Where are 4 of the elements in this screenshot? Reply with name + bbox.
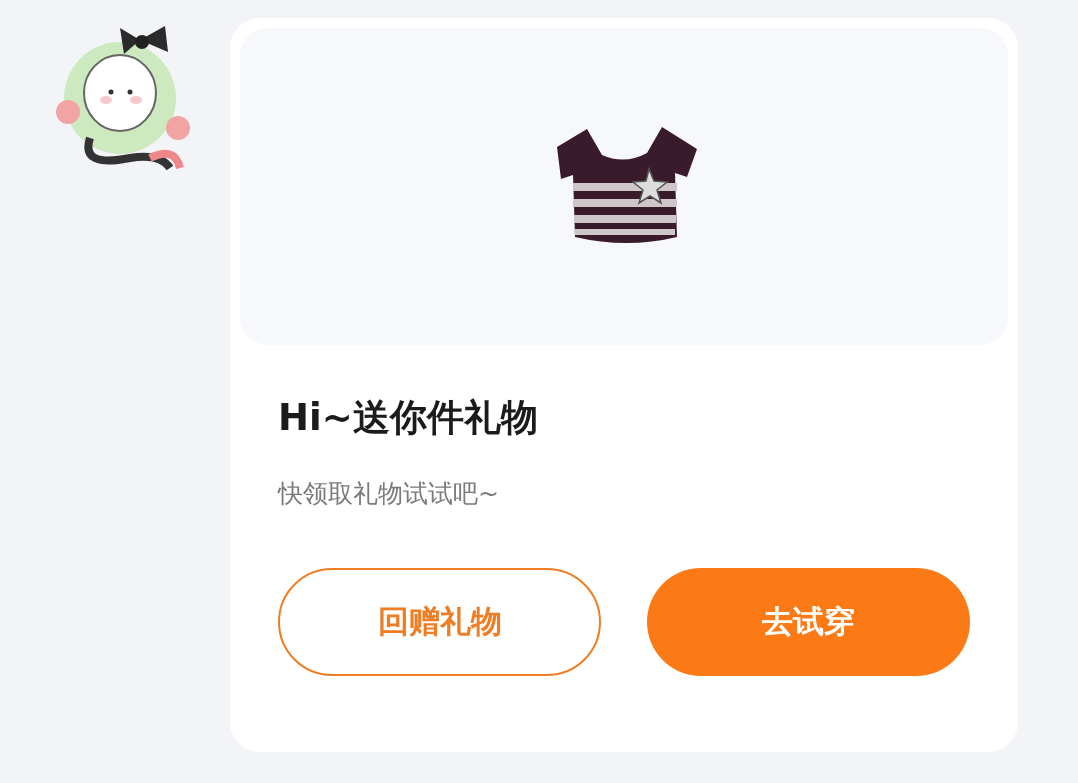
return-gift-button[interactable]: 回赠礼物 — [278, 568, 601, 676]
gift-title: Hi~送你件礼物 — [278, 395, 539, 441]
gift-subtitle: 快领取礼物试试吧~ — [278, 478, 500, 510]
try-on-button[interactable]: 去试穿 — [647, 568, 970, 676]
